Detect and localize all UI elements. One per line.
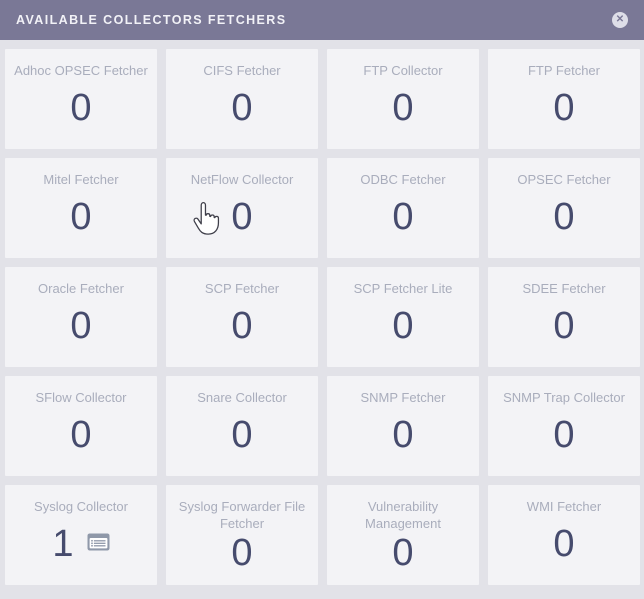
collector-card[interactable]: Mitel Fetcher 0	[5, 158, 157, 258]
collector-card[interactable]: SCP Fetcher Lite 0	[327, 267, 479, 367]
collector-card[interactable]: Syslog Forwarder File Fetcher 0	[166, 485, 318, 585]
collector-card[interactable]: FTP Collector 0	[327, 49, 479, 149]
collector-count: 0	[392, 89, 413, 127]
collector-count: 0	[553, 89, 574, 127]
collector-name: Vulnerability Management	[335, 498, 471, 532]
close-button[interactable]: ✕	[612, 12, 628, 28]
collector-count: 0	[70, 198, 91, 236]
collector-count: 0	[392, 307, 413, 345]
collector-count-row: 0	[496, 75, 632, 141]
collector-card[interactable]: Snare Collector 0	[166, 376, 318, 476]
collector-count: 0	[553, 198, 574, 236]
collector-count-row: 0	[174, 293, 310, 359]
available-collectors-fetchers-panel: AVAILABLE COLLECTORS FETCHERS ✕ Adhoc OP…	[0, 0, 644, 599]
collector-card[interactable]: FTP Fetcher 0	[488, 49, 640, 149]
collector-count-row: 0	[335, 293, 471, 359]
collector-count: 0	[231, 307, 252, 345]
collector-count-row: 0	[13, 184, 149, 250]
collector-card[interactable]: WMI Fetcher 0	[488, 485, 640, 585]
collector-count: 0	[553, 307, 574, 345]
collector-count-row: 0	[335, 402, 471, 468]
collector-card[interactable]: Adhoc OPSEC Fetcher 0	[5, 49, 157, 149]
collector-count-row: 0	[174, 75, 310, 141]
collector-count-row: 0	[496, 293, 632, 359]
collector-count-row: 0	[335, 184, 471, 250]
collector-count: 1	[52, 525, 73, 563]
collector-count-row: 0	[174, 402, 310, 468]
collector-name: Syslog Forwarder File Fetcher	[174, 498, 310, 532]
panel-header: AVAILABLE COLLECTORS FETCHERS ✕	[0, 0, 644, 40]
cards-grid: Adhoc OPSEC Fetcher 0 CIFS Fetcher 0 FTP…	[0, 40, 644, 599]
collector-count: 0	[392, 416, 413, 454]
collector-count-row: 0	[335, 528, 471, 577]
panel-title: AVAILABLE COLLECTORS FETCHERS	[16, 13, 612, 27]
collector-count: 0	[553, 416, 574, 454]
collector-count-row: 0	[13, 402, 149, 468]
collector-count: 0	[392, 198, 413, 236]
collector-count: 0	[231, 198, 252, 236]
collector-count: 0	[70, 416, 91, 454]
collector-card[interactable]: NetFlow Collector 0	[166, 158, 318, 258]
collector-count: 0	[231, 416, 252, 454]
collector-card[interactable]: SDEE Fetcher 0	[488, 267, 640, 367]
collector-count-row: 0	[13, 293, 149, 359]
collector-count-row: 0	[496, 511, 632, 577]
collector-count-row: 0	[496, 184, 632, 250]
collector-card[interactable]: SCP Fetcher 0	[166, 267, 318, 367]
collector-count-row: 1	[13, 511, 149, 577]
collector-card[interactable]: ODBC Fetcher 0	[327, 158, 479, 258]
collector-count: 0	[392, 534, 413, 572]
collector-card[interactable]: SFlow Collector 0	[5, 376, 157, 476]
collector-card[interactable]: CIFS Fetcher 0	[166, 49, 318, 149]
collector-count: 0	[70, 89, 91, 127]
collector-count: 0	[231, 89, 252, 127]
close-icon: ✕	[616, 15, 624, 25]
collector-count-row: 0	[335, 75, 471, 141]
hand-cursor-icon	[192, 202, 220, 241]
collector-card[interactable]: Vulnerability Management 0	[327, 485, 479, 585]
collector-count-row: 0	[174, 184, 310, 250]
collector-card[interactable]: SNMP Fetcher 0	[327, 376, 479, 476]
collector-count-row: 0	[13, 75, 149, 141]
collector-count-row: 0	[174, 528, 310, 577]
collector-count: 0	[70, 307, 91, 345]
collector-count: 0	[553, 525, 574, 563]
collector-card[interactable]: Oracle Fetcher 0	[5, 267, 157, 367]
collector-count-row: 0	[496, 402, 632, 468]
collector-card[interactable]: SNMP Trap Collector 0	[488, 376, 640, 476]
details-list-icon[interactable]	[87, 533, 110, 556]
collector-card[interactable]: OPSEC Fetcher 0	[488, 158, 640, 258]
collector-count: 0	[231, 534, 252, 572]
collector-card[interactable]: Syslog Collector 1	[5, 485, 157, 585]
